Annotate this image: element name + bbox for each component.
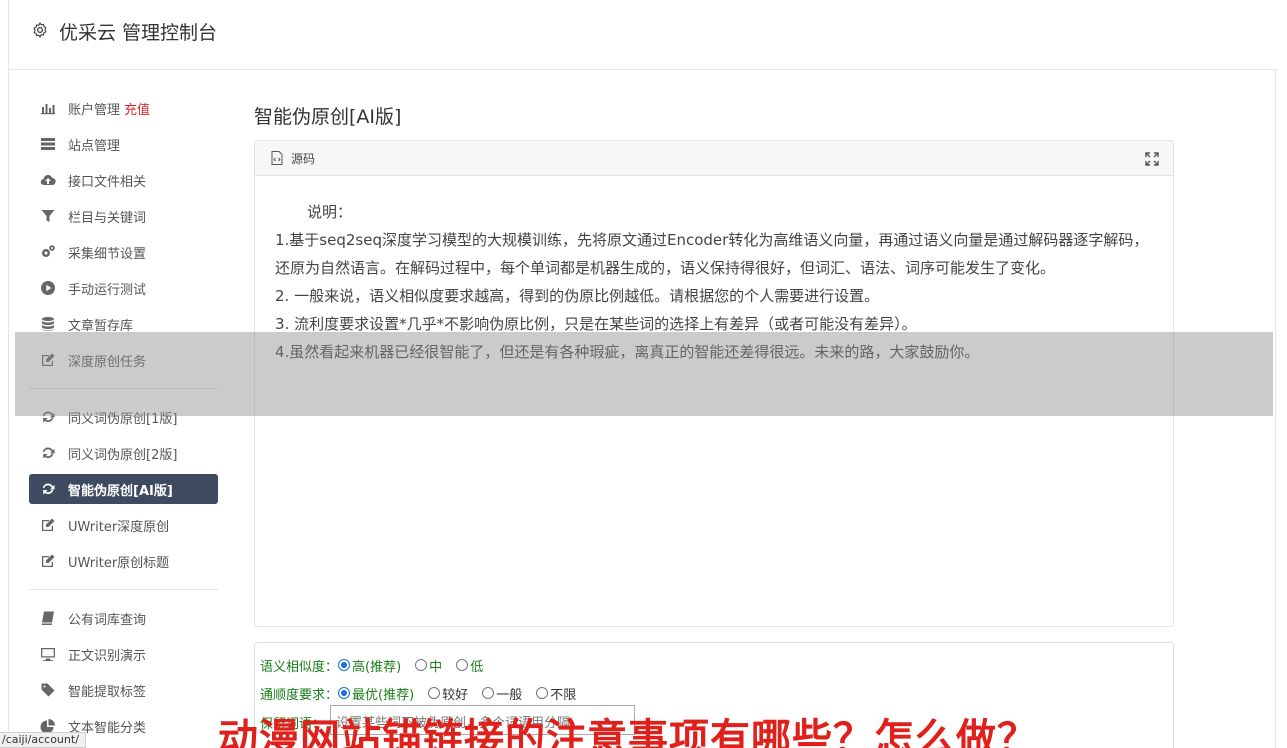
sidebar-item-text-recognition[interactable]: 正文识别演示 [29,636,219,672]
fluency-best-option[interactable]: 最优(推荐) [338,684,414,703]
sidebar-item-label: 站点管理 [68,138,121,154]
radio-button[interactable] [338,687,351,699]
database-icon [39,315,57,333]
fluency-normal-option[interactable]: 一般 [482,684,522,703]
edit-icon [39,552,57,570]
cogs-icon [39,243,57,261]
fluency-row: 通顺度要求： 最优(推荐) 较好 一般 不限 [260,679,1168,707]
code-file-icon [271,151,283,165]
refresh-icon [39,444,57,462]
sidebar-item-label: 采集细节设置 [68,246,147,262]
radio-button[interactable] [456,659,469,671]
sidebar-item-ai-rewrite[interactable]: 智能伪原创[AI版] [29,474,218,504]
sidebar-item-uwriter-title[interactable]: UWriter原创标题 [29,543,219,579]
sidebar-item-label: 手动运行测试 [68,282,147,298]
panel-header: 源码 [255,141,1173,176]
monitor-icon [39,645,57,663]
cloud-upload-icon [39,171,57,189]
bar-chart-icon [39,99,57,117]
description-line: 1.基于seq2seq深度学习模型的大规模训练，先将原文通过Encoder转化为… [275,231,1149,277]
sidebar-item-label: UWriter深度原创 [68,519,170,535]
radio-button[interactable] [428,687,441,699]
sidebar: 账户管理 充值 站点管理 接口文件相关 栏目与关键词 采集细节设置 手动运行测试… [29,90,219,744]
sidebar-item-label: 智能伪原创[AI版] [68,483,173,499]
server-icon [39,135,57,153]
main-content: 智能伪原创[AI版] 源码 说明： 1.基于seq2seq深度学习模型的大规模训… [254,90,1174,748]
sidebar-item-label: UWriter原创标题 [68,555,170,571]
sidebar-divider [29,589,218,590]
similarity-high-option[interactable]: 高(推荐) [338,656,401,675]
sidebar-item-interface-files[interactable]: 接口文件相关 [29,162,219,198]
sidebar-item-synonym-v2[interactable]: 同义词伪原创[2版] [29,435,219,471]
sidebar-item-uwriter-deep[interactable]: UWriter深度原创 [29,507,219,543]
edit-icon [39,516,57,534]
radio-button[interactable] [338,659,351,671]
sidebar-item-label: 智能提取标签 [68,684,147,700]
similarity-low-option[interactable]: 低 [456,656,483,675]
gray-overlay-band [15,332,1273,416]
radio-button[interactable] [482,687,495,699]
radio-button[interactable] [415,659,428,671]
fluency-good-option[interactable]: 较好 [428,684,468,703]
top-bar: 优采云 管理控制台 [9,0,1277,70]
sidebar-item-columns-keywords[interactable]: 栏目与关键词 [29,198,219,234]
description-line: 2. 一般来说，语义相似度要求越高，得到的伪原比例越低。请根据您的个人需要进行设… [275,287,880,305]
fullscreen-icon[interactable] [1145,152,1159,166]
radio-button[interactable] [536,687,549,699]
sidebar-item-label: 正文识别演示 [68,648,147,664]
status-bar-url: /caiji/account/ [0,732,86,748]
sidebar-item-label: 公有词库查询 [68,612,147,628]
fluency-any-option[interactable]: 不限 [536,684,576,703]
sidebar-item-manual-run[interactable]: 手动运行测试 [29,270,219,306]
sidebar-item-label: 栏目与关键词 [68,210,147,226]
sidebar-item-label: 账户管理 [68,102,121,118]
sidebar-item-account[interactable]: 账户管理 充值 [29,90,219,126]
similarity-medium-option[interactable]: 中 [415,656,442,675]
fluency-label: 通顺度要求： [260,687,339,703]
similarity-row: 语义相似度： 高(推荐) 中 低 [260,651,1168,679]
refresh-icon [39,480,57,498]
sidebar-item-sites[interactable]: 站点管理 [29,126,219,162]
recharge-link[interactable]: 充值 [124,99,150,118]
sidebar-item-public-dictionary[interactable]: 公有词库查询 [29,600,219,636]
app-title: 优采云 管理控制台 [59,22,218,44]
tag-icon [39,681,57,699]
description-heading: 说明： [307,203,353,221]
page-title: 智能伪原创[AI版] [254,106,402,128]
sidebar-item-tag-extraction[interactable]: 智能提取标签 [29,672,219,708]
sidebar-item-label: 文章暂存库 [68,318,134,334]
source-tab[interactable]: 源码 [291,150,315,167]
similarity-label: 语义相似度： [260,659,339,675]
filter-icon [39,207,57,225]
sidebar-item-label: 接口文件相关 [68,174,147,190]
sidebar-item-label: 同义词伪原创[2版] [68,447,178,463]
gear-icon [33,22,47,38]
book-icon [39,609,57,627]
sidebar-item-collection-settings[interactable]: 采集细节设置 [29,234,219,270]
watermark-caption: 动漫网站锚链接的注意事项有哪些？怎么做？ [218,716,1038,748]
play-icon [39,279,57,297]
